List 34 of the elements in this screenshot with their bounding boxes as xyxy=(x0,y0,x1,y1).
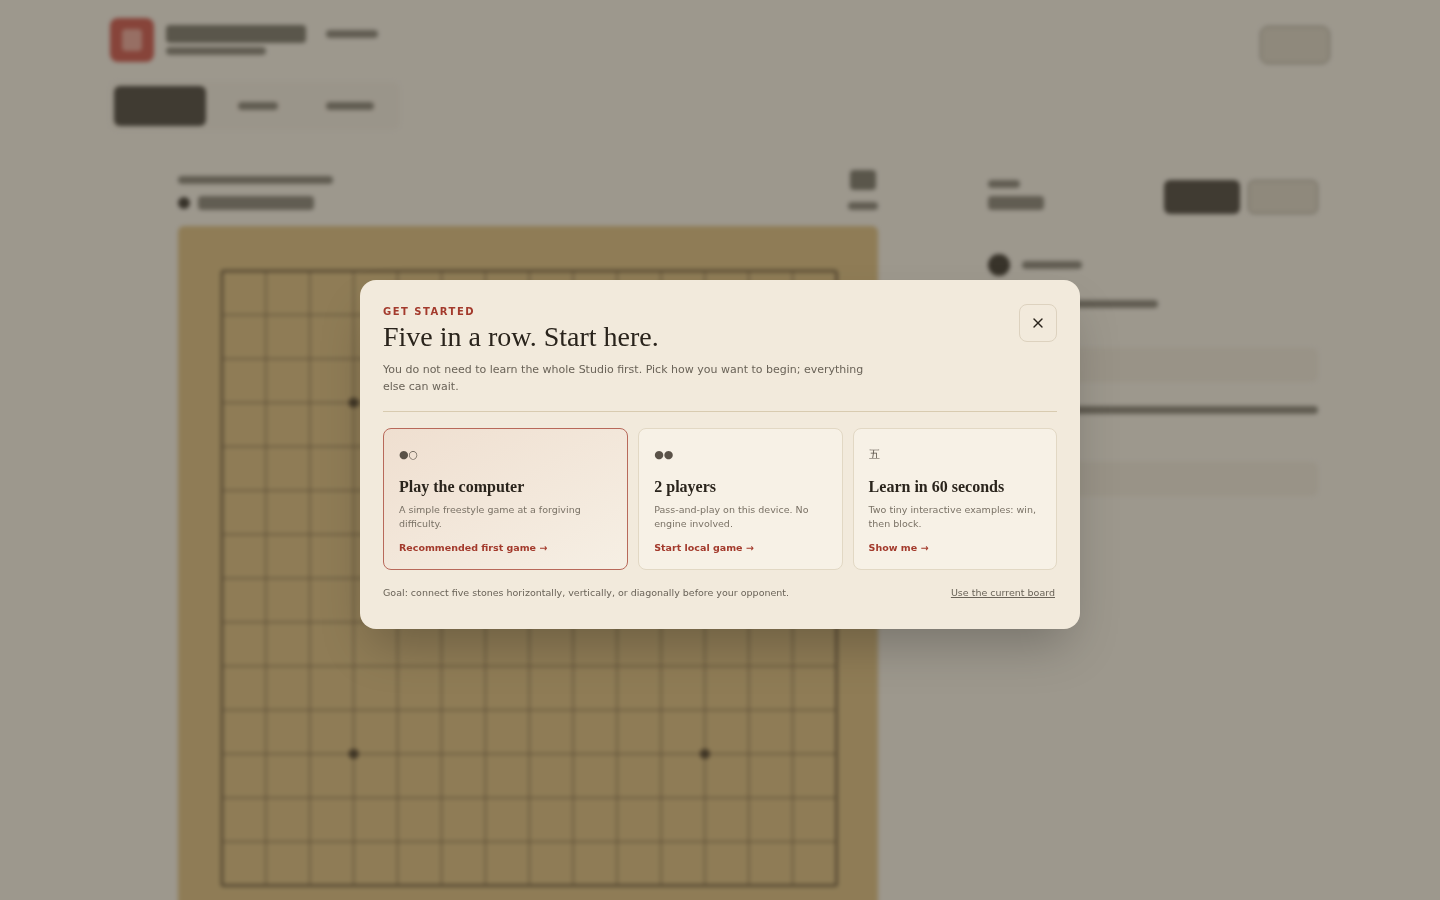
blurred-text xyxy=(326,30,378,38)
blurred-text xyxy=(326,102,374,110)
logo-icon xyxy=(110,18,154,62)
goal-text: Goal: connect five stones horizontally, vertically, or diagonally before your opponent. xyxy=(383,586,790,601)
option-action: Start local game → xyxy=(654,541,755,555)
blurred-text xyxy=(988,180,1020,188)
close-button[interactable] xyxy=(1019,304,1057,342)
blurred-text xyxy=(988,196,1044,210)
option-title: Learn in 60 seconds xyxy=(868,477,1006,497)
option-title: 2 players xyxy=(654,477,717,498)
option-description: A simple freestyle game at a forgiving difficulty. xyxy=(399,503,582,531)
stone-icon xyxy=(178,197,190,209)
option-title: Play the computer xyxy=(399,477,526,498)
option-card[interactable]: 五 Learn in 60 seconds Two tiny interactive examples: win, then block. Show me → xyxy=(852,428,1057,571)
dialog-eyebrow: GET STARTED xyxy=(383,305,477,319)
nav-tab[interactable] xyxy=(114,86,206,126)
option-action: Recommended first game → xyxy=(399,541,549,555)
option-card[interactable]: ●○ Play the computer A simple freestyle game at a forgiving difficulty. Recommended first game → xyxy=(383,428,629,571)
mode-tab[interactable] xyxy=(1164,180,1240,214)
option-action: Show me → xyxy=(868,541,930,555)
current-board-link[interactable]: Use the current board xyxy=(950,586,1055,601)
blurred-text xyxy=(1022,261,1082,269)
option-glyph: ●○ xyxy=(399,449,420,461)
player-avatar xyxy=(988,254,1010,276)
timer-block xyxy=(850,170,876,190)
blurred-text xyxy=(238,102,278,110)
option-glyph: 五 xyxy=(868,449,881,461)
blurred-text xyxy=(848,202,878,210)
option-description: Pass-and-play on this device. No engine involved. xyxy=(654,503,810,531)
dialog-title: Five in a row. Start here. xyxy=(383,320,660,354)
option-description: Two tiny interactive examples: win, then block. xyxy=(868,503,1037,531)
option-glyph: ●● xyxy=(654,449,675,461)
dialog-description: You do not need to learn the whole Studio first. Pick how you want to begin; everything else can wait. xyxy=(383,362,865,395)
option-card[interactable]: ●● 2 players Pass-and-play on this device. No engine involved. Start local game → xyxy=(638,428,843,571)
